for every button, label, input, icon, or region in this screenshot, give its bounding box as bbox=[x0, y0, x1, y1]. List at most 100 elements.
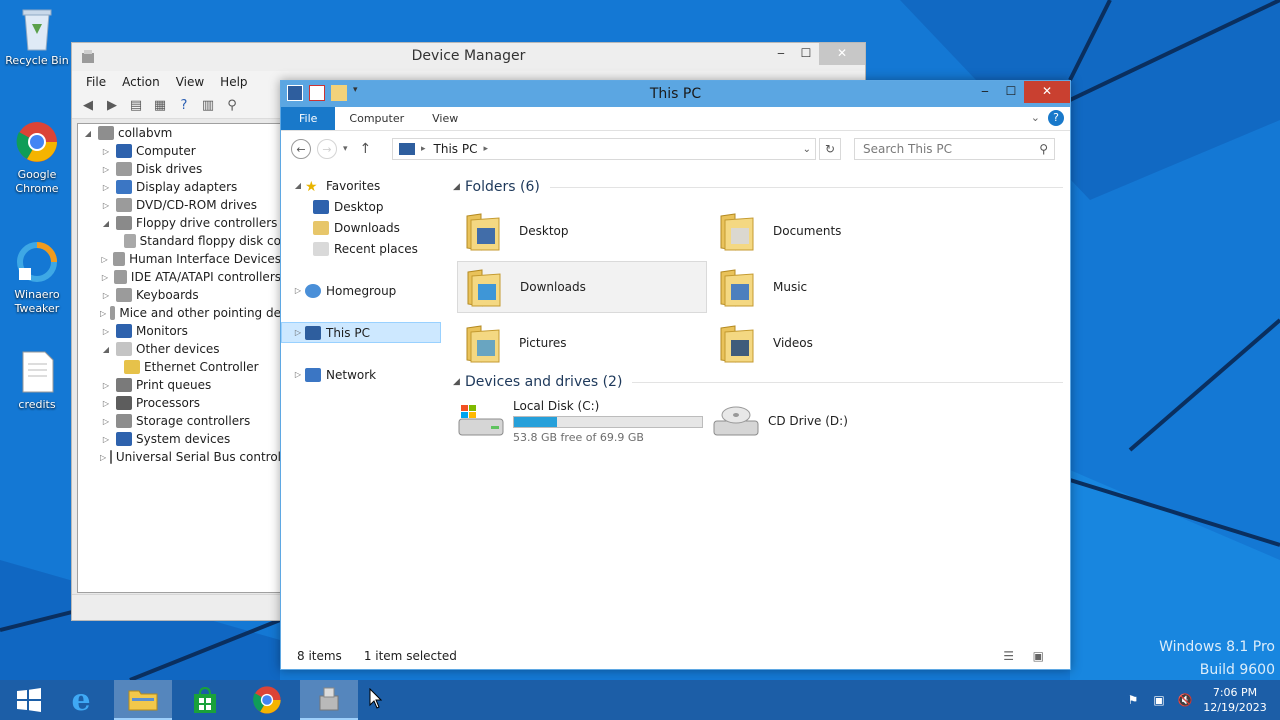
expand-arrow-icon[interactable]: ▷ bbox=[100, 453, 106, 462]
explorer-titlebar[interactable]: ▾ This PC ‒ ☐ ✕ bbox=[281, 81, 1070, 107]
maximize-button[interactable]: ☐ bbox=[792, 43, 820, 65]
tab-file[interactable]: File bbox=[281, 107, 336, 130]
tree-item[interactable]: ◢ Other devices bbox=[78, 340, 281, 358]
tree-item[interactable]: Standard floppy disk co bbox=[78, 232, 281, 250]
navigation-pane[interactable]: ◢ ★ Favorites Desktop Downloads Recent p… bbox=[281, 175, 441, 645]
help-icon[interactable]: ? bbox=[174, 96, 194, 116]
tree-item[interactable]: ▷ Processors bbox=[78, 394, 281, 412]
tree-item[interactable]: ▷ Monitors bbox=[78, 322, 281, 340]
expand-arrow-icon[interactable]: ▷ bbox=[100, 417, 112, 426]
folder-music[interactable]: Music bbox=[711, 261, 961, 313]
folder-documents[interactable]: Documents bbox=[711, 205, 961, 257]
tree-item[interactable]: ▷ System devices bbox=[78, 430, 281, 448]
large-icons-view-icon[interactable]: ▣ bbox=[1033, 649, 1044, 663]
refresh-button[interactable]: ↻ bbox=[819, 138, 841, 160]
expand-arrow-icon[interactable]: ▷ bbox=[291, 370, 305, 379]
breadcrumb-chevron-icon[interactable]: ▸ bbox=[421, 144, 426, 154]
expand-arrow-icon[interactable]: ▷ bbox=[291, 286, 305, 295]
explorer-maximize-button[interactable]: ☐ bbox=[997, 81, 1025, 103]
address-dropdown-icon[interactable]: ⌄ bbox=[803, 144, 811, 155]
menu-view[interactable]: View bbox=[168, 75, 212, 89]
breadcrumb-chevron-icon[interactable]: ▸ bbox=[483, 144, 488, 154]
nav-downloads[interactable]: Downloads bbox=[281, 217, 441, 238]
collapse-arrow-icon[interactable]: ◢ bbox=[100, 345, 112, 354]
view-icon[interactable]: ▥ bbox=[198, 96, 218, 116]
expand-arrow-icon[interactable]: ▷ bbox=[100, 273, 110, 282]
expand-arrow-icon[interactable]: ▷ bbox=[100, 435, 112, 444]
nav-recent-places[interactable]: Recent places bbox=[281, 238, 441, 259]
expand-arrow-icon[interactable]: ▷ bbox=[100, 399, 112, 408]
expand-arrow-icon[interactable]: ▷ bbox=[100, 327, 112, 336]
search-icon[interactable]: ⚲ bbox=[1039, 142, 1048, 156]
help-icon[interactable]: ? bbox=[1048, 110, 1064, 126]
expand-ribbon-icon[interactable]: ⌄ bbox=[1031, 111, 1040, 124]
expand-arrow-icon[interactable]: ▷ bbox=[100, 147, 112, 156]
tree-item[interactable]: ▷ Human Interface Devices bbox=[78, 250, 281, 268]
search-box[interactable]: Search This PC ⚲ bbox=[854, 138, 1055, 160]
collapse-arrow-icon[interactable]: ◢ bbox=[100, 219, 112, 228]
minimize-button[interactable]: ‒ bbox=[767, 43, 795, 65]
collapse-arrow-icon[interactable]: ◢ bbox=[453, 182, 465, 192]
menu-file[interactable]: File bbox=[78, 75, 114, 89]
network-disconnected-icon[interactable]: ▣ bbox=[1151, 692, 1167, 708]
collapse-arrow-icon[interactable]: ◢ bbox=[453, 377, 465, 387]
device-tree[interactable]: ◢ collabvm ▷ Computer ▷ Disk drives ▷ Display… bbox=[77, 123, 282, 593]
clock[interactable]: 7:06 PM 12/19/2023 bbox=[1198, 685, 1272, 715]
tree-item[interactable]: Ethernet Controller bbox=[78, 358, 281, 376]
device-manager-taskbar-button[interactable] bbox=[300, 680, 358, 720]
start-button[interactable] bbox=[0, 680, 58, 720]
local-disk-c[interactable]: Local Disk (C:) 53.8 GB free of 69.9 GB bbox=[457, 395, 703, 447]
folder-downloads[interactable]: Downloads bbox=[457, 261, 707, 313]
up-arrow-icon[interactable]: ↑ bbox=[360, 141, 372, 157]
collapse-arrow-icon[interactable]: ◢ bbox=[291, 181, 305, 190]
store-button[interactable] bbox=[176, 680, 234, 720]
expand-arrow-icon[interactable]: ▷ bbox=[291, 328, 305, 337]
close-button[interactable]: ✕ bbox=[819, 43, 865, 65]
explorer-minimize-button[interactable]: ‒ bbox=[971, 81, 999, 103]
cd-drive-d[interactable]: CD Drive (D:) bbox=[712, 395, 848, 447]
back-button[interactable]: ← bbox=[291, 139, 311, 159]
tree-item[interactable]: ▷ Computer bbox=[78, 142, 281, 160]
nav-network[interactable]: ▷ Network bbox=[281, 364, 441, 385]
tree-item[interactable]: ▷ Print queues bbox=[78, 376, 281, 394]
nav-desktop[interactable]: Desktop bbox=[281, 196, 441, 217]
tree-item[interactable]: ▷ IDE ATA/ATAPI controllers bbox=[78, 268, 281, 286]
content-pane[interactable]: ◢ Folders (6) Desktop Documents Downloads M… bbox=[453, 175, 1063, 645]
volume-muted-icon[interactable]: 🔇 bbox=[1177, 692, 1193, 708]
tree-item[interactable]: ▷ Mice and other pointing de bbox=[78, 304, 281, 322]
back-arrow-icon[interactable]: ◀ bbox=[78, 96, 98, 116]
menu-action[interactable]: Action bbox=[114, 75, 168, 89]
expand-arrow-icon[interactable]: ▷ bbox=[100, 183, 112, 192]
details-view-icon[interactable]: ☰ bbox=[1003, 649, 1014, 663]
chrome-taskbar-button[interactable] bbox=[238, 680, 296, 720]
collapse-arrow-icon[interactable]: ◢ bbox=[82, 129, 94, 138]
expand-arrow-icon[interactable]: ▷ bbox=[100, 201, 112, 210]
expand-arrow-icon[interactable]: ▷ bbox=[100, 309, 106, 318]
devices-group-header[interactable]: ◢ Devices and drives (2) bbox=[453, 370, 1063, 394]
winaero-tweaker-desktop-icon[interactable]: Winaero Tweaker bbox=[1, 240, 73, 316]
properties-icon[interactable]: ▦ bbox=[150, 96, 170, 116]
scan-hardware-icon[interactable]: ⚲ bbox=[222, 96, 242, 116]
tree-item[interactable]: ▷ DVD/CD-ROM drives bbox=[78, 196, 281, 214]
credits-desktop-icon[interactable]: credits bbox=[1, 350, 73, 412]
google-chrome-desktop-icon[interactable]: Google Chrome bbox=[1, 120, 73, 196]
expand-arrow-icon[interactable]: ▷ bbox=[100, 291, 112, 300]
tree-item[interactable]: ▷ Universal Serial Bus control bbox=[78, 448, 281, 466]
recent-locations-icon[interactable]: ▾ bbox=[343, 144, 348, 154]
nav-favorites[interactable]: ◢ ★ Favorites bbox=[281, 175, 441, 196]
folder-videos[interactable]: Videos bbox=[711, 317, 961, 369]
tree-item[interactable]: ▷ Display adapters bbox=[78, 178, 281, 196]
nav-this-pc[interactable]: ▷ This PC bbox=[281, 322, 441, 343]
folders-group-header[interactable]: ◢ Folders (6) bbox=[453, 175, 1063, 199]
expand-arrow-icon[interactable]: ▷ bbox=[100, 165, 112, 174]
tree-root[interactable]: ◢ collabvm bbox=[78, 124, 281, 142]
internet-explorer-button[interactable]: e bbox=[52, 680, 110, 720]
tree-item[interactable]: ▷ Keyboards bbox=[78, 286, 281, 304]
tab-view[interactable]: View bbox=[418, 107, 472, 130]
action-center-flag-icon[interactable]: ⚑ bbox=[1125, 692, 1141, 708]
tab-computer[interactable]: Computer bbox=[335, 107, 418, 130]
recycle-bin-desktop-icon[interactable]: Recycle Bin bbox=[1, 6, 73, 68]
folder-pictures[interactable]: Pictures bbox=[457, 317, 707, 369]
menu-help[interactable]: Help bbox=[212, 75, 255, 89]
forward-arrow-icon[interactable]: ▶ bbox=[102, 96, 122, 116]
